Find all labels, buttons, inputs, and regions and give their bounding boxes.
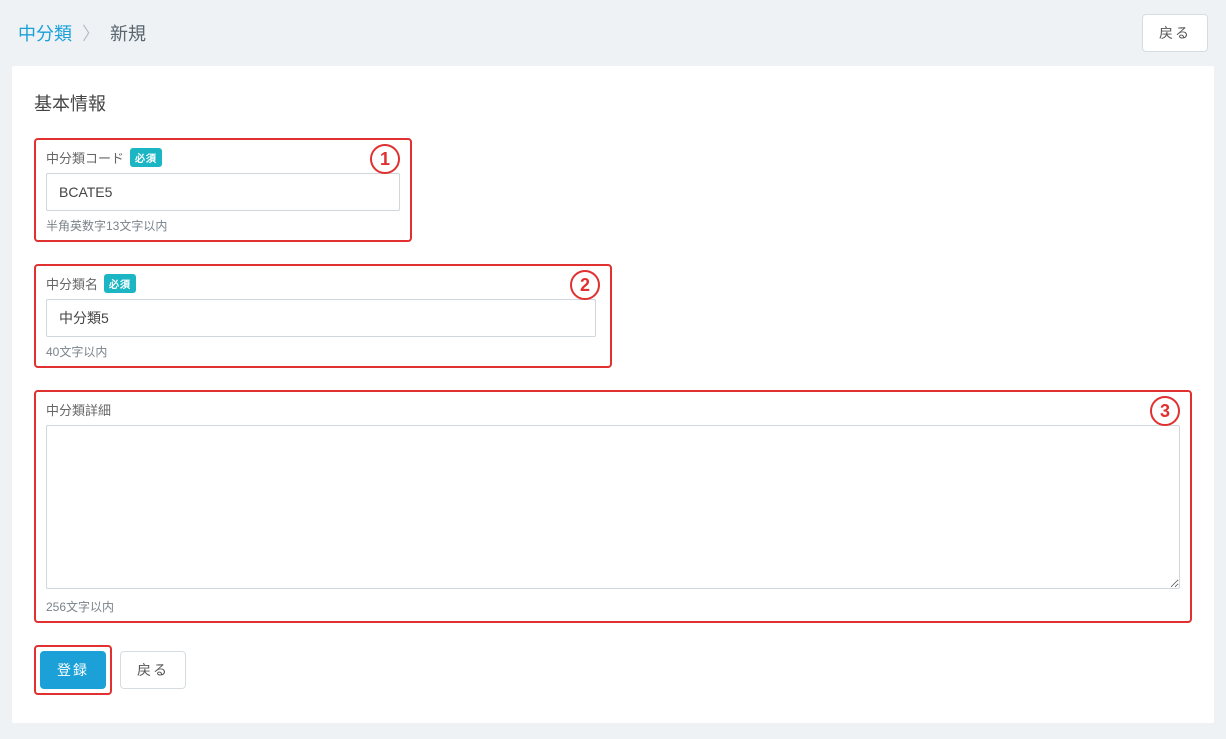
- submit-button[interactable]: 登録: [40, 651, 106, 689]
- code-label-text: 中分類コード: [46, 148, 124, 167]
- field-code: 1 中分類コード 必須 半角英数字13文字以内: [34, 138, 412, 242]
- callout-badge-1: 1: [370, 144, 400, 174]
- cancel-button[interactable]: 戻る: [120, 651, 186, 689]
- name-hint: 40文字以内: [46, 343, 600, 360]
- callout-badge-2: 2: [570, 270, 600, 300]
- detail-textarea[interactable]: [46, 425, 1180, 589]
- breadcrumb: 中分類 〉 新規: [18, 20, 146, 46]
- page-header: 中分類 〉 新規 戻る: [0, 0, 1226, 66]
- breadcrumb-parent-link[interactable]: 中分類: [18, 20, 72, 46]
- back-button[interactable]: 戻る: [1142, 14, 1208, 52]
- form-actions: 登録 戻る: [34, 645, 1192, 695]
- detail-label: 中分類詳細: [46, 400, 111, 419]
- section-title: 基本情報: [34, 90, 1192, 116]
- detail-label-text: 中分類詳細: [46, 400, 111, 419]
- callout-badge-3: 3: [1150, 396, 1180, 426]
- code-hint: 半角英数字13文字以内: [46, 217, 400, 234]
- field-detail: 3 中分類詳細 256文字以内: [34, 390, 1192, 623]
- field-name: 2 中分類名 必須 40文字以内: [34, 264, 612, 368]
- submit-highlight: 登録: [34, 645, 112, 695]
- name-input[interactable]: [46, 299, 596, 337]
- required-badge: 必須: [130, 148, 162, 167]
- name-label-text: 中分類名: [46, 274, 98, 293]
- required-badge: 必須: [104, 274, 136, 293]
- code-label: 中分類コード 必須: [46, 148, 162, 167]
- name-label: 中分類名 必須: [46, 274, 136, 293]
- chevron-right-icon: 〉: [82, 20, 100, 46]
- form-card: 基本情報 1 中分類コード 必須 半角英数字13文字以内 2 中分類名 必須 4…: [12, 66, 1214, 723]
- code-input[interactable]: [46, 173, 400, 211]
- breadcrumb-current: 新規: [110, 20, 146, 46]
- detail-hint: 256文字以内: [46, 598, 1180, 615]
